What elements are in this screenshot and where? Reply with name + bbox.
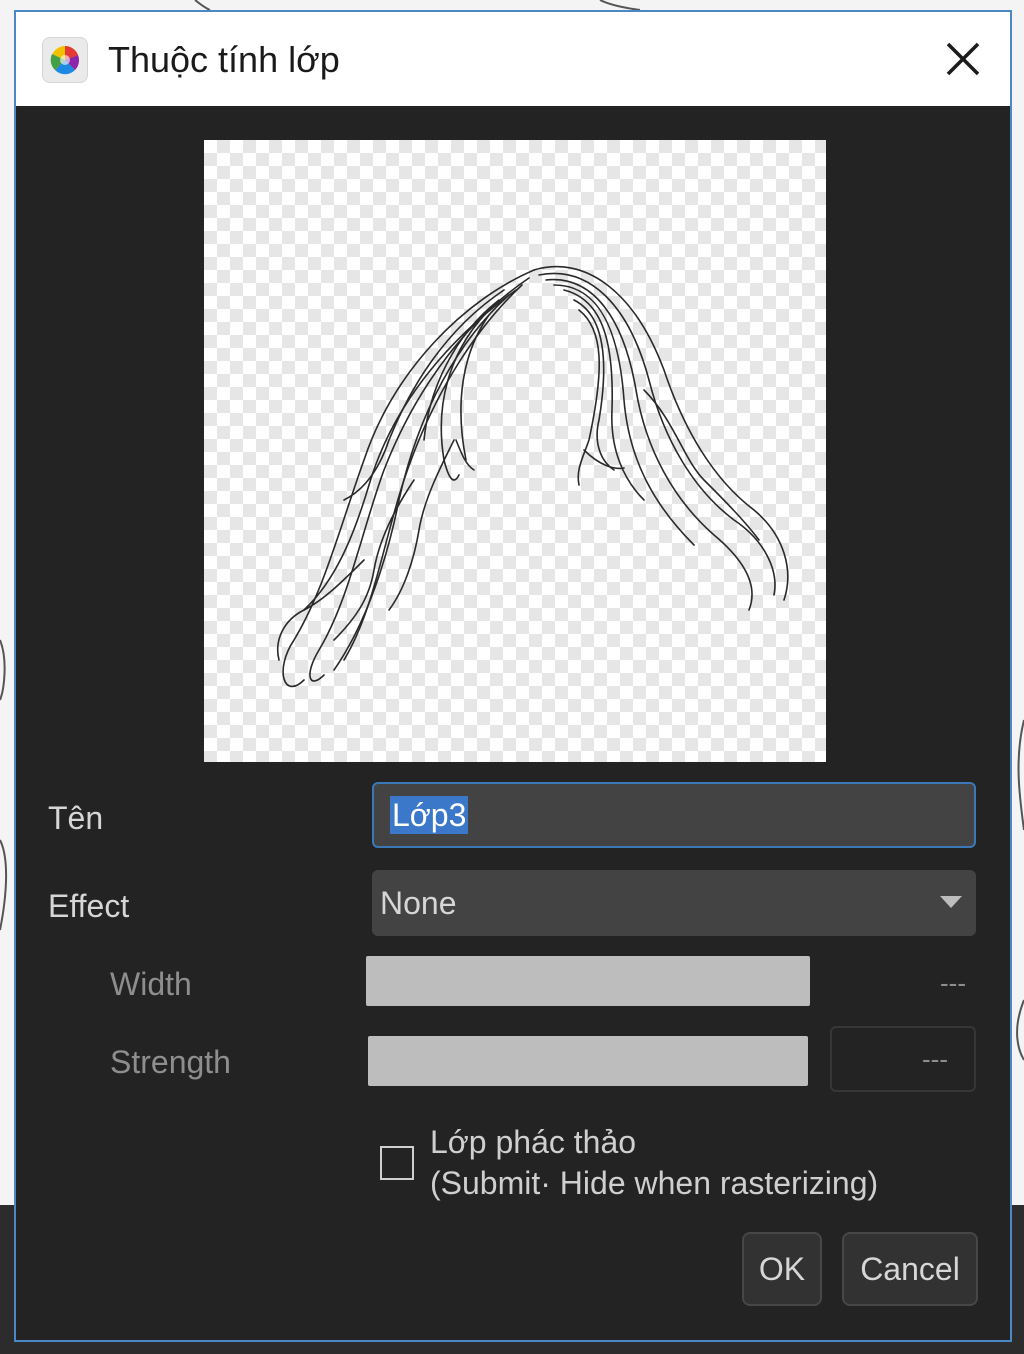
width-slider[interactable]: [366, 956, 810, 1006]
hair-sketch-icon: [277, 265, 789, 688]
ok-button[interactable]: OK: [742, 1232, 822, 1306]
strength-value-box[interactable]: ---: [830, 1026, 976, 1092]
draft-layer-label-line2: (Submit· Hide when rasterizing): [430, 1165, 879, 1201]
color-wheel-icon: [42, 37, 88, 83]
name-input[interactable]: Lớp3: [372, 782, 976, 848]
draft-layer-checkbox[interactable]: [380, 1146, 414, 1180]
close-button[interactable]: [938, 34, 988, 84]
layer-properties-dialog: Thuộc tính lớp Tên Lớp3 Effect None Widt…: [14, 10, 1012, 1342]
width-value: ---: [940, 968, 966, 998]
strength-slider[interactable]: [368, 1036, 808, 1086]
chevron-down-icon: [940, 896, 962, 908]
effect-dropdown-value: None: [380, 885, 457, 921]
name-input-value[interactable]: Lớp3: [390, 796, 469, 834]
strength-label: Strength: [110, 1044, 231, 1080]
effect-dropdown[interactable]: None: [372, 870, 976, 936]
width-label: Width: [110, 966, 192, 1002]
title-bar[interactable]: Thuộc tính lớp: [16, 12, 1010, 106]
name-label: Tên: [48, 800, 104, 836]
draft-layer-label[interactable]: Lớp phác thảo (Submit· Hide when rasteri…: [430, 1122, 878, 1204]
dialog-title: Thuộc tính lớp: [108, 39, 340, 80]
layer-preview: [204, 140, 826, 762]
close-icon[interactable]: [938, 34, 988, 84]
draft-layer-label-line1: Lớp phác thảo: [430, 1124, 637, 1160]
effect-label: Effect: [48, 888, 130, 924]
strength-value: ---: [922, 1044, 948, 1074]
cancel-button[interactable]: Cancel: [842, 1232, 978, 1306]
